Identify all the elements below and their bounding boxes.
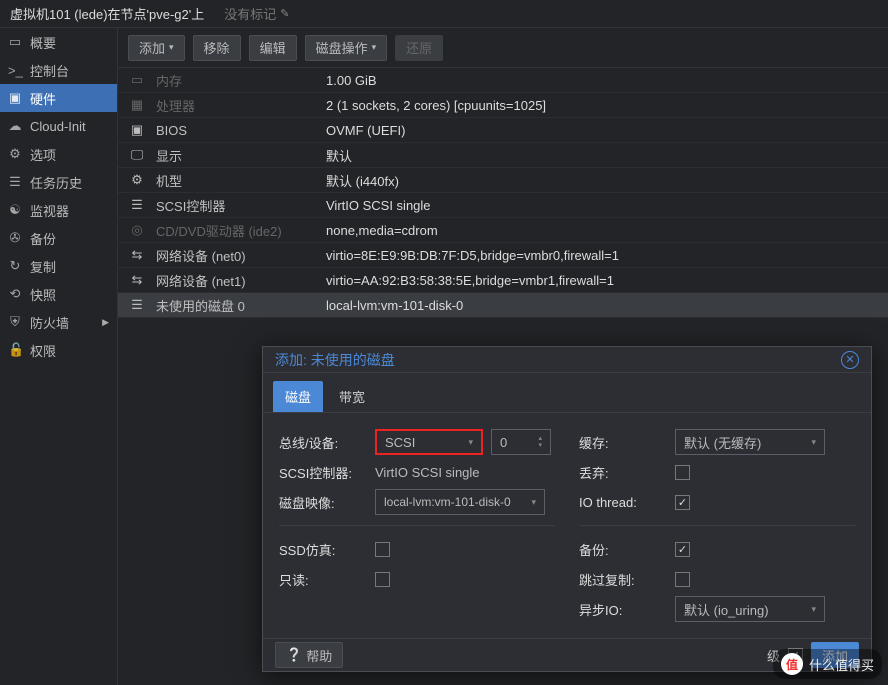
bus-select[interactable]: SCSI ▾ — [375, 429, 483, 455]
readonly-checkbox[interactable] — [375, 572, 390, 587]
tab-bandwidth[interactable]: 带宽 — [327, 381, 377, 412]
asyncio-label: 异步IO: — [579, 600, 675, 619]
ssd-label: SSD仿真: — [279, 540, 375, 559]
scsi-ctrl-value: VirtIO SCSI single — [375, 465, 555, 480]
dialog-title: 添加: 未使用的磁盘 — [275, 350, 395, 370]
disk-image-label: 磁盘映像: — [279, 493, 375, 512]
stepper-arrows-icon: ▴▾ — [538, 435, 542, 449]
scsi-ctrl-label: SCSI控制器: — [279, 463, 375, 482]
help-icon: ❔ — [286, 647, 302, 663]
iothread-label: IO thread: — [579, 495, 675, 510]
tab-disk[interactable]: 磁盘 — [273, 381, 323, 412]
button-label: 帮助 — [306, 646, 332, 665]
backup-label: 备份: — [579, 540, 675, 559]
chevron-down-icon: ▾ — [468, 437, 473, 448]
cache-select[interactable]: 默认 (无缓存) ▾ — [675, 429, 825, 455]
disk-image-select[interactable]: local-lvm:vm-101-disk-0 ▾ — [375, 489, 545, 515]
help-button[interactable]: ❔帮助 — [275, 642, 343, 668]
discard-label: 丢弃: — [579, 463, 675, 482]
chevron-down-icon: ▾ — [531, 497, 536, 508]
iothread-checkbox[interactable]: ✓ — [675, 495, 690, 510]
bus-index-stepper[interactable]: 0 ▴▾ — [491, 429, 551, 455]
ssd-checkbox[interactable] — [375, 542, 390, 557]
asyncio-select[interactable]: 默认 (io_uring) ▾ — [675, 596, 825, 622]
cache-label: 缓存: — [579, 433, 675, 452]
select-value: 默认 (无缓存) — [684, 433, 761, 452]
watermark-icon: 值 — [781, 653, 803, 675]
select-value: 默认 (io_uring) — [684, 600, 769, 619]
stepper-value: 0 — [500, 435, 507, 450]
discard-checkbox[interactable] — [675, 465, 690, 480]
readonly-label: 只读: — [279, 570, 375, 589]
watermark: 值 什么值得买 — [773, 649, 882, 679]
chevron-down-icon: ▾ — [811, 604, 816, 615]
bus-label: 总线/设备: — [279, 433, 375, 452]
close-icon[interactable]: ✕ — [841, 351, 859, 369]
skiprep-checkbox[interactable] — [675, 572, 690, 587]
select-value: local-lvm:vm-101-disk-0 — [384, 495, 511, 509]
select-value: SCSI — [385, 435, 415, 450]
skiprep-label: 跳过复制: — [579, 570, 675, 589]
backup-checkbox[interactable]: ✓ — [675, 542, 690, 557]
add-unused-disk-dialog: 添加: 未使用的磁盘 ✕ 磁盘 带宽 总线/设备: SCSI ▾ 0 ▴▾ SCSI… — [262, 346, 872, 672]
chevron-down-icon: ▾ — [811, 437, 816, 448]
watermark-label: 什么值得买 — [809, 655, 874, 674]
